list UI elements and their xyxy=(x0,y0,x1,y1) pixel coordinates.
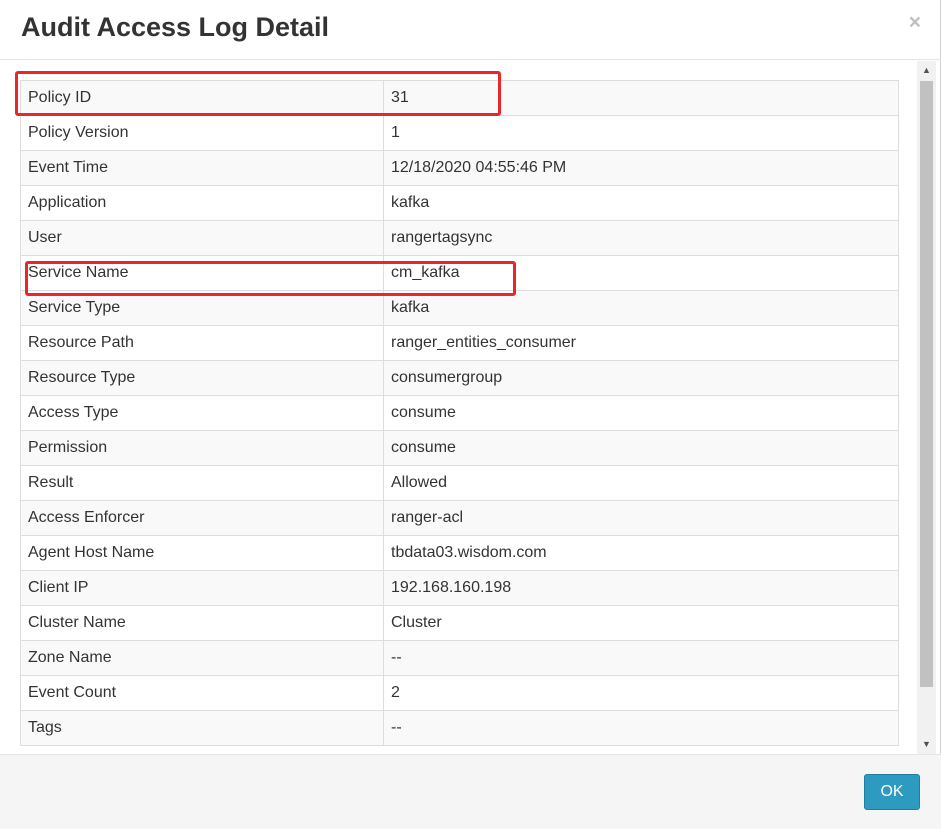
row-label: Agent Host Name xyxy=(20,535,384,571)
scroll-down-arrow-icon[interactable]: ▼ xyxy=(917,735,936,754)
scroll-up-arrow-icon[interactable]: ▲ xyxy=(917,61,936,80)
table-row: Access Type consume xyxy=(20,395,899,431)
row-label: Client IP xyxy=(20,570,384,606)
table-row: Resource Type consumergroup xyxy=(20,360,899,396)
table-row: Cluster Name Cluster xyxy=(20,605,899,641)
scrollbar-thumb[interactable] xyxy=(920,81,933,687)
row-value: ranger-acl xyxy=(383,500,899,536)
dialog-header: Audit Access Log Detail × xyxy=(0,0,941,60)
row-value: cm_kafka xyxy=(383,255,899,291)
table-row: Agent Host Name tbdata03.wisdom.com xyxy=(20,535,899,571)
table-row: Resource Path ranger_entities_consumer xyxy=(20,325,899,361)
row-value: kafka xyxy=(383,185,899,221)
dialog-title: Audit Access Log Detail xyxy=(21,12,330,42)
row-label: Tags xyxy=(20,710,384,746)
row-value: consume xyxy=(383,430,899,466)
row-label: Access Enforcer xyxy=(20,500,384,536)
table-row: Tags -- xyxy=(20,710,899,746)
ok-button[interactable]: OK xyxy=(864,774,920,810)
row-label: Result xyxy=(20,465,384,501)
table-row: Permission consume xyxy=(20,430,899,466)
row-label: Event Count xyxy=(20,675,384,711)
row-label: User xyxy=(20,220,384,256)
table-row: Client IP 192.168.160.198 xyxy=(20,570,899,606)
row-value: consume xyxy=(383,395,899,431)
row-label: Resource Path xyxy=(20,325,384,361)
table-row: User rangertagsync xyxy=(20,220,899,256)
audit-detail-table: Policy ID 31 Policy Version 1 Event Time 12/1… xyxy=(20,80,899,746)
row-value: 1 xyxy=(383,115,899,151)
row-value: tbdata03.wisdom.com xyxy=(383,535,899,571)
table-row: Service Name cm_kafka xyxy=(20,255,899,291)
row-label: Service Name xyxy=(20,255,384,291)
row-value: 192.168.160.198 xyxy=(383,570,899,606)
row-value: -- xyxy=(383,640,899,676)
table-row: Policy Version 1 xyxy=(20,115,899,151)
row-label: Permission xyxy=(20,430,384,466)
table-row: Result Allowed xyxy=(20,465,899,501)
dialog-body[interactable]: Policy ID 31 Policy Version 1 Event Time 12/1… xyxy=(0,61,917,754)
row-value: -- xyxy=(383,710,899,746)
row-label: Application xyxy=(20,185,384,221)
row-label: Policy Version xyxy=(20,115,384,151)
row-label: Resource Type xyxy=(20,360,384,396)
row-label: Cluster Name xyxy=(20,605,384,641)
table-row: Application kafka xyxy=(20,185,899,221)
table-row: Policy ID 31 xyxy=(20,80,899,116)
row-value: Cluster xyxy=(383,605,899,641)
row-value: 2 xyxy=(383,675,899,711)
table-row: Event Count 2 xyxy=(20,675,899,711)
row-value: 31 xyxy=(383,80,899,116)
row-value: rangertagsync xyxy=(383,220,899,256)
table-row: Access Enforcer ranger-acl xyxy=(20,500,899,536)
row-value: consumergroup xyxy=(383,360,899,396)
row-label: Access Type xyxy=(20,395,384,431)
row-value: Allowed xyxy=(383,465,899,501)
row-label: Service Type xyxy=(20,290,384,326)
row-value: 12/18/2020 04:55:46 PM xyxy=(383,150,899,186)
row-label: Policy ID xyxy=(20,80,384,116)
vertical-scrollbar[interactable]: ▲ ▼ xyxy=(917,61,936,754)
table-row: Service Type kafka xyxy=(20,290,899,326)
row-label: Event Time xyxy=(20,150,384,186)
audit-log-detail-dialog: Audit Access Log Detail × Policy ID 31 Pol… xyxy=(0,0,941,829)
close-icon[interactable]: × xyxy=(909,12,921,33)
row-label: Zone Name xyxy=(20,640,384,676)
dialog-footer: OK xyxy=(0,754,941,829)
row-value: ranger_entities_consumer xyxy=(383,325,899,361)
table-row: Zone Name -- xyxy=(20,640,899,676)
table-row: Event Time 12/18/2020 04:55:46 PM xyxy=(20,150,899,186)
row-value: kafka xyxy=(383,290,899,326)
